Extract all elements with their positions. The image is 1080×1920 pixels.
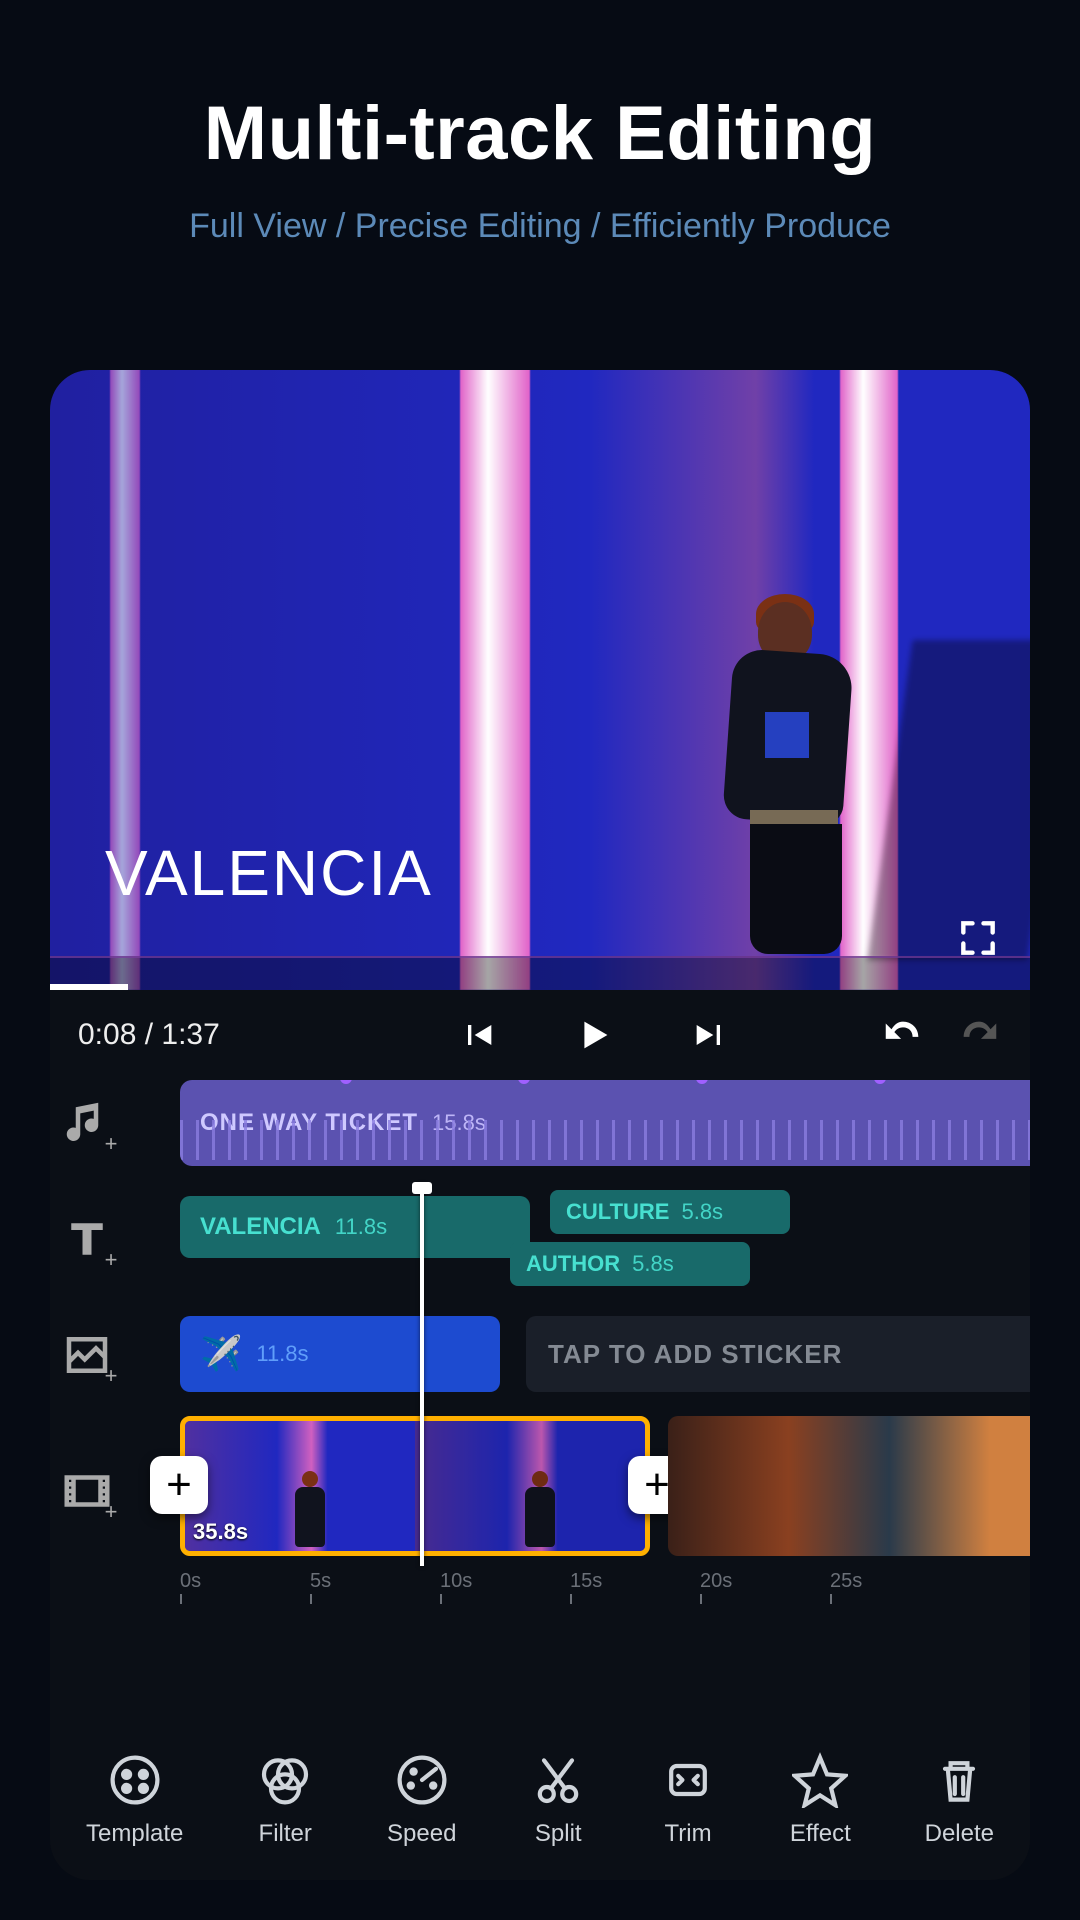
plus-icon: + bbox=[100, 1502, 122, 1524]
preview-decor bbox=[50, 956, 1030, 990]
video-track[interactable]: + 35.8s + + 0s 5s 10s 15s 20s 25s bbox=[180, 1416, 1030, 1566]
redo-icon bbox=[956, 1012, 1002, 1058]
template-icon bbox=[107, 1752, 163, 1808]
tool-label: Effect bbox=[790, 1820, 851, 1848]
music-track[interactable]: + ONE WAY TICKET 15.8s bbox=[180, 1080, 1030, 1166]
tool-label: Split bbox=[535, 1820, 582, 1848]
text-track[interactable]: + VALENCIA 11.8s CULTURE 5.8s AUTHOR 5.8… bbox=[180, 1184, 1030, 1294]
preview-decor bbox=[460, 370, 530, 990]
add-music-button[interactable]: + bbox=[60, 1096, 114, 1150]
sticker-track[interactable]: + ✈️ 11.8s TAP TO ADD STICKER bbox=[180, 1312, 1030, 1398]
transport-bar: 0:08 / 1:37 bbox=[50, 990, 1030, 1080]
video-clip-duration: 35.8s bbox=[193, 1519, 248, 1545]
play-button[interactable] bbox=[571, 1012, 617, 1058]
play-icon bbox=[571, 1012, 617, 1058]
preview-overlay-text: VALENCIA bbox=[105, 836, 433, 910]
text-clip-duration: 11.8s bbox=[335, 1214, 387, 1240]
undo-button[interactable] bbox=[880, 1012, 926, 1058]
tool-label: Trim bbox=[665, 1820, 712, 1848]
trash-icon bbox=[931, 1752, 987, 1808]
text-chip-title: AUTHOR bbox=[526, 1251, 620, 1277]
undo-icon bbox=[880, 1012, 926, 1058]
preview-progress bbox=[50, 984, 128, 990]
music-clip[interactable]: ONE WAY TICKET 15.8s bbox=[180, 1080, 1030, 1166]
ruler-tick: 15s bbox=[570, 1570, 602, 1593]
text-clip[interactable]: VALENCIA 11.8s bbox=[180, 1196, 530, 1258]
add-video-button[interactable]: + bbox=[60, 1464, 114, 1518]
trim-icon bbox=[660, 1752, 716, 1808]
video-clip-selected[interactable]: 35.8s bbox=[180, 1416, 650, 1556]
bottom-toolbar: Template Filter Speed Split Trim Effect … bbox=[50, 1720, 1030, 1880]
delete-button[interactable]: Delete bbox=[925, 1752, 994, 1848]
next-button[interactable] bbox=[687, 1012, 733, 1058]
tool-label: Template bbox=[86, 1820, 183, 1848]
filter-icon bbox=[257, 1752, 313, 1808]
text-chip[interactable]: CULTURE 5.8s bbox=[550, 1190, 790, 1234]
playhead[interactable] bbox=[420, 1184, 424, 1566]
sticker-clip-duration: 11.8s bbox=[256, 1341, 308, 1367]
prev-button[interactable] bbox=[455, 1012, 501, 1058]
add-text-button[interactable]: + bbox=[60, 1212, 114, 1266]
video-clip[interactable] bbox=[668, 1416, 1030, 1556]
current-time: 0:08 bbox=[78, 1018, 136, 1051]
add-sticker-hint[interactable]: TAP TO ADD STICKER bbox=[526, 1316, 1030, 1392]
hero-title: Multi-track Editing bbox=[0, 90, 1080, 177]
ruler-tick: 25s bbox=[830, 1570, 862, 1593]
star-icon bbox=[792, 1752, 848, 1808]
effect-button[interactable]: Effect bbox=[790, 1752, 851, 1848]
editor-panel: VALENCIA 0:08 / 1:37 bbox=[50, 370, 1030, 1880]
total-time: 1:37 bbox=[161, 1018, 219, 1051]
tool-label: Filter bbox=[259, 1820, 312, 1848]
sticker-emoji: ✈️ bbox=[200, 1334, 242, 1374]
beat-markers bbox=[180, 1080, 1030, 1086]
video-preview[interactable]: VALENCIA bbox=[50, 370, 1030, 990]
text-chip-title: CULTURE bbox=[566, 1199, 669, 1225]
text-chip-duration: 5.8s bbox=[681, 1199, 723, 1225]
waveform bbox=[180, 1120, 1030, 1160]
redo-button[interactable] bbox=[956, 1012, 1002, 1058]
skip-next-icon bbox=[690, 1015, 730, 1055]
plus-icon: + bbox=[100, 1134, 122, 1156]
text-clip-title: VALENCIA bbox=[200, 1213, 321, 1241]
ruler-tick: 20s bbox=[700, 1570, 732, 1593]
speed-button[interactable]: Speed bbox=[387, 1752, 456, 1848]
sticker-clip[interactable]: ✈️ 11.8s bbox=[180, 1316, 500, 1392]
add-clip-before-button[interactable]: + bbox=[150, 1456, 208, 1514]
skip-previous-icon bbox=[458, 1015, 498, 1055]
plus-icon: + bbox=[100, 1366, 122, 1388]
time-separator: / bbox=[136, 1018, 161, 1051]
fullscreen-icon bbox=[956, 916, 1000, 960]
ruler-tick: 0s bbox=[180, 1570, 201, 1593]
preview-person bbox=[710, 602, 880, 962]
filter-button[interactable]: Filter bbox=[257, 1752, 313, 1848]
tool-label: Delete bbox=[925, 1820, 994, 1848]
text-chip-duration: 5.8s bbox=[632, 1251, 674, 1277]
scissors-icon bbox=[530, 1752, 586, 1808]
time-ruler[interactable]: 0s 5s 10s 15s 20s 25s bbox=[180, 1570, 1030, 1620]
template-button[interactable]: Template bbox=[86, 1752, 183, 1848]
add-sticker-button[interactable]: + bbox=[60, 1328, 114, 1382]
timeline[interactable]: + ONE WAY TICKET 15.8s + VALENCIA 11.8s bbox=[50, 1080, 1030, 1566]
plus-icon: + bbox=[100, 1250, 122, 1272]
tool-label: Speed bbox=[387, 1820, 456, 1848]
hero-subtitle: Full View / Precise Editing / Efficientl… bbox=[0, 207, 1080, 246]
trim-button[interactable]: Trim bbox=[660, 1752, 716, 1848]
fullscreen-button[interactable] bbox=[956, 916, 1000, 960]
timecode: 0:08 / 1:37 bbox=[78, 1018, 308, 1052]
speed-icon bbox=[394, 1752, 450, 1808]
ruler-tick: 5s bbox=[310, 1570, 331, 1593]
split-button[interactable]: Split bbox=[530, 1752, 586, 1848]
ruler-tick: 10s bbox=[440, 1570, 472, 1593]
text-chip[interactable]: AUTHOR 5.8s bbox=[510, 1242, 750, 1286]
